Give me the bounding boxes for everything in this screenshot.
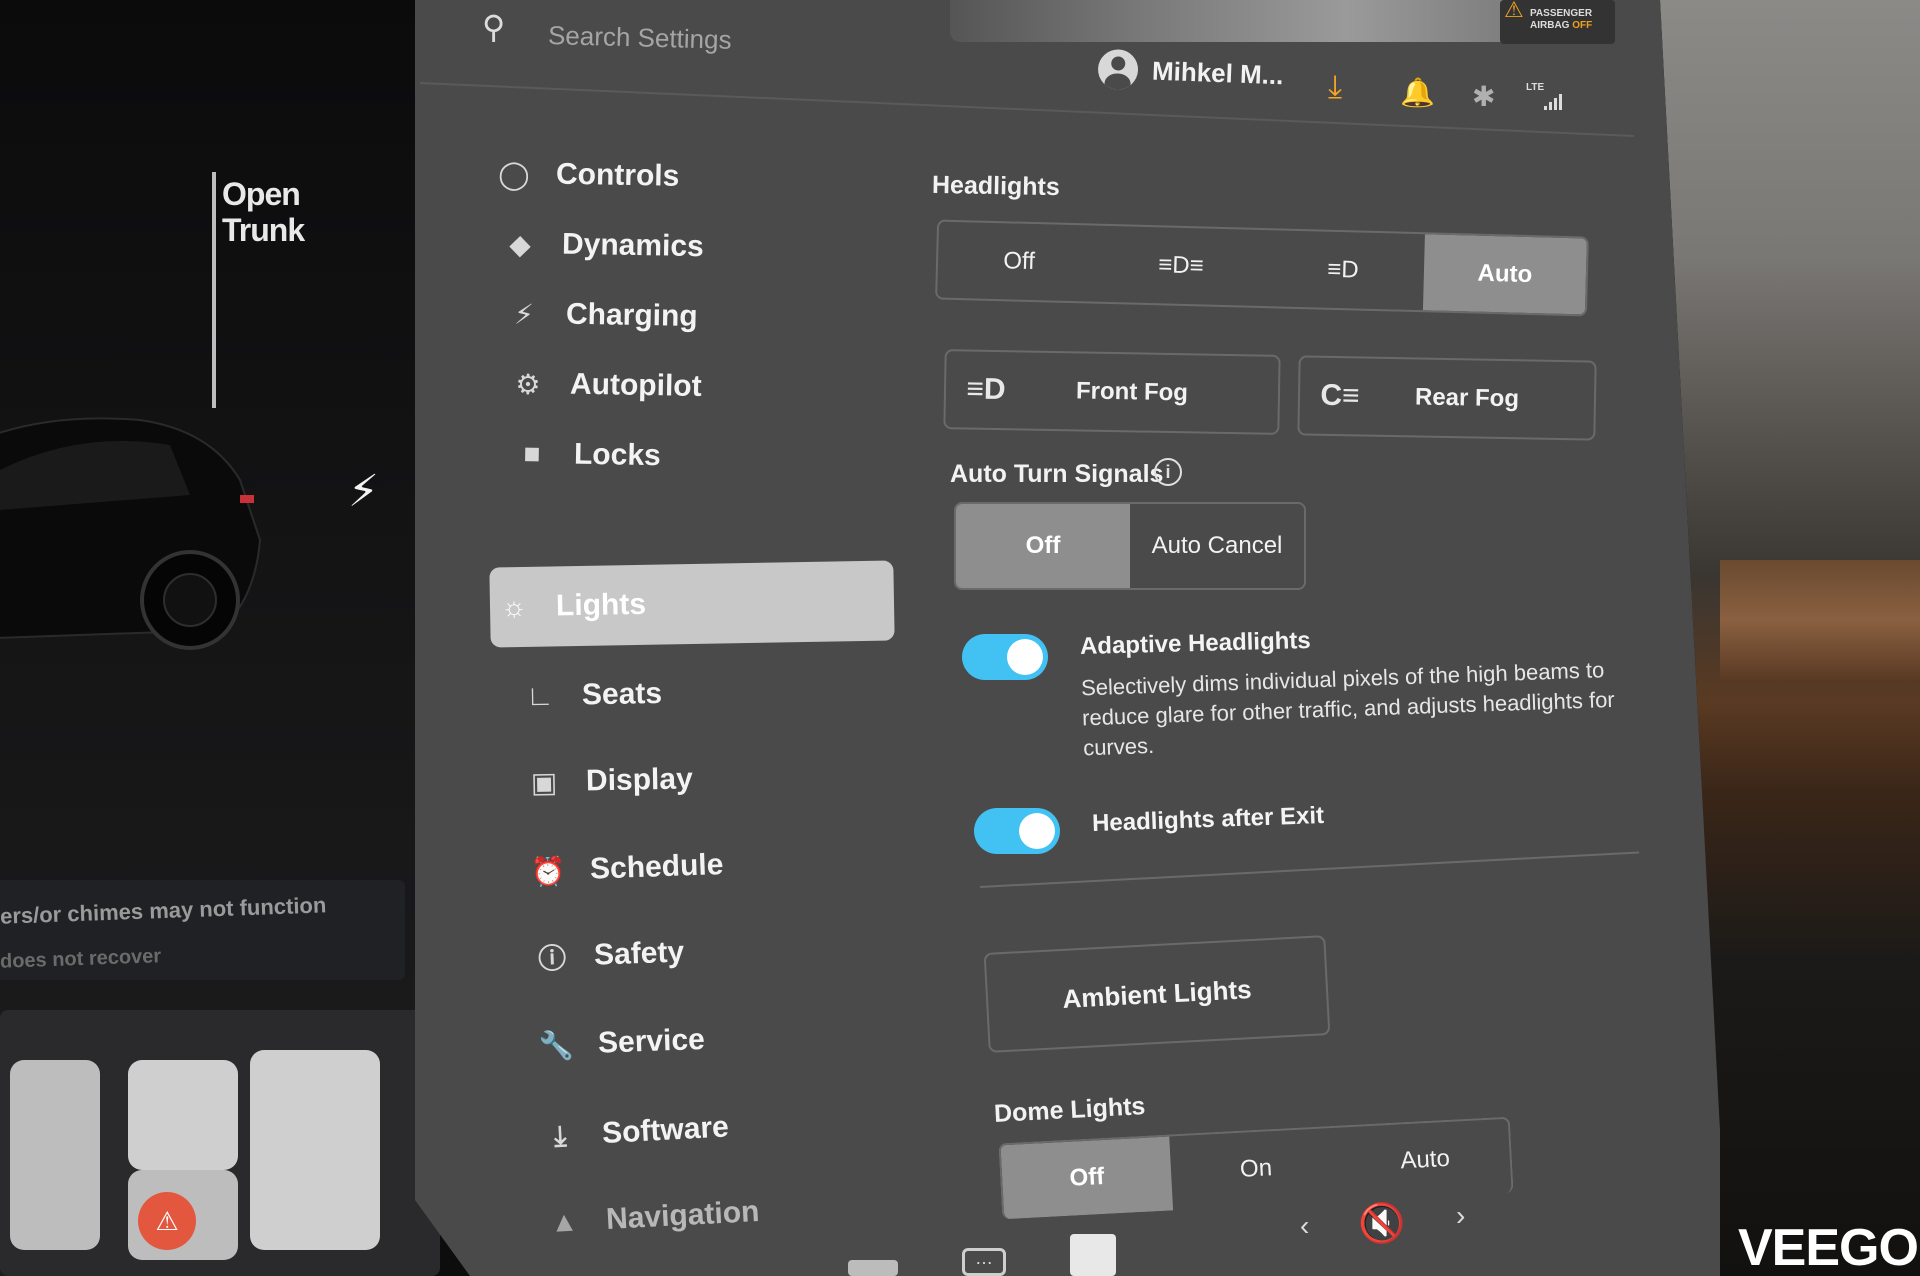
info-icon[interactable]: i	[1154, 458, 1182, 486]
sidebar-item-locks[interactable]: ■ Locks	[507, 421, 908, 494]
airbag-status: OFF	[1572, 20, 1593, 31]
search-icon[interactable]: ⚲	[482, 8, 505, 46]
airbag-label: PASSENGER	[1530, 8, 1593, 19]
profile-button[interactable]: Mihkel M...	[1097, 48, 1284, 95]
car-icon: ◆	[508, 228, 532, 260]
seat-occupancy-map	[0, 1010, 440, 1276]
seat-icon: ∟	[526, 679, 554, 712]
sidebar-item-schedule[interactable]: ⏰ Schedule	[523, 825, 925, 905]
steering-wheel-icon: ⚙	[515, 368, 541, 400]
alert-circle-icon: ⓘ	[537, 942, 567, 975]
adaptive-headlights-description: Selectively dims individual pixels of th…	[1080, 657, 1616, 761]
turn-signals-off-button[interactable]: Off	[956, 504, 1130, 588]
toggle-icon: ◯	[498, 158, 530, 190]
front-fog-button[interactable]: ≡D Front Fog	[943, 349, 1281, 435]
download-icon[interactable]: ⤓	[1328, 68, 1342, 106]
auto-turn-signals-label: Auto Turn Signals	[950, 460, 1164, 488]
sidebar-item-label: Lights	[555, 587, 647, 623]
dock-app-icon[interactable]	[848, 1260, 898, 1276]
sidebar-item-label: Schedule	[589, 848, 724, 886]
toggle-knob	[1007, 639, 1043, 675]
sidebar-item-label: Seats	[581, 676, 663, 712]
lock-icon: ■	[523, 437, 541, 470]
sidebar-item-label: Autopilot	[569, 367, 702, 403]
sidebar-item-charging[interactable]: ⚡ Charging	[499, 281, 900, 354]
car-image	[0, 417, 262, 650]
seat-icon	[250, 1050, 380, 1250]
bottom-dock: … ‹ 🔇 ›	[470, 1200, 1720, 1276]
volume-down-icon[interactable]: ‹	[1300, 1210, 1309, 1242]
sidebar-item-label: Controls	[555, 157, 680, 193]
headlights-after-exit-toggle[interactable]	[974, 808, 1060, 854]
car-visualization-panel: Open Trunk ⚡ ers/or chimes may not funct…	[0, 0, 440, 1276]
bluetooth-icon[interactable]: ✱	[1472, 80, 1495, 113]
watermark-logo: VEEGO	[1738, 1219, 1919, 1276]
headlights-auto-button[interactable]: Auto	[1422, 234, 1587, 315]
notes-app-icon[interactable]	[1070, 1234, 1116, 1276]
rear-fog-icon: C≡	[1320, 378, 1360, 413]
profile-name: Mihkel M...	[1151, 55, 1284, 90]
charge-port-bolt-icon[interactable]: ⚡	[348, 466, 379, 517]
ambient-lights-button[interactable]: Ambient Lights	[983, 935, 1331, 1053]
parking-lights-icon[interactable]: ≡D≡	[1099, 226, 1263, 306]
sidebar-item-safety[interactable]: ⓘ Safety	[527, 911, 929, 991]
sidebar-item-label: Charging	[565, 297, 698, 333]
volume-up-icon[interactable]: ›	[1456, 1200, 1465, 1232]
sidebar-item-label: Service	[597, 1022, 706, 1060]
sun-icon: ☼	[500, 590, 528, 623]
avatar	[1097, 48, 1139, 91]
sidebar-item-service[interactable]: 🔧 Service	[531, 999, 933, 1079]
trunk-indicator-line	[212, 172, 216, 408]
more-apps-icon[interactable]: …	[962, 1248, 1006, 1276]
adaptive-headlights-toggle[interactable]	[962, 634, 1048, 680]
wrench-icon: 🔧	[538, 1029, 575, 1062]
sidebar-item-lights[interactable]: ☼ Lights	[489, 560, 895, 648]
sidebar-item-seats[interactable]: ∟ Seats	[515, 657, 916, 730]
sidebar-item-label: Locks	[573, 437, 662, 473]
turn-signals-auto-cancel-button[interactable]: Auto Cancel	[1130, 504, 1304, 588]
headlights-segmented-control: Off ≡D≡ ≡D Auto	[935, 219, 1589, 317]
passenger-airbag-indicator: ⚠ PASSENGER AIRBAG OFF	[1500, 0, 1615, 44]
sidebar-item-autopilot[interactable]: ⚙ Autopilot	[503, 351, 904, 424]
auto-turn-signals-segmented-control: Off Auto Cancel	[954, 502, 1306, 590]
headlights-label: Headlights	[931, 170, 1061, 202]
headlights-off-button[interactable]: Off	[937, 222, 1101, 302]
rear-fog-label: Rear Fog	[1414, 383, 1520, 413]
sidebar-item-dynamics[interactable]: ◆ Dynamics	[495, 211, 896, 284]
airbag-label-2: AIRBAG	[1530, 20, 1570, 31]
bolt-icon: ⚡	[513, 298, 535, 330]
seat-icon	[10, 1060, 100, 1250]
bell-icon[interactable]: 🔔	[1400, 76, 1435, 109]
low-beam-icon[interactable]: ≡D	[1261, 230, 1425, 310]
alarm-clock-icon: ⏰	[530, 855, 567, 888]
background-wood-trim	[1720, 560, 1920, 680]
sidebar-item-display[interactable]: ▣ Display	[519, 743, 920, 816]
download-icon: ⤓	[553, 1119, 568, 1152]
airbag-warning-icon: ⚠	[1504, 0, 1524, 22]
seat-icon	[128, 1060, 238, 1170]
sidebar-item-controls[interactable]: ◯ Controls	[489, 141, 890, 214]
mute-icon[interactable]: 🔇	[1358, 1202, 1405, 1246]
open-trunk-button[interactable]: Open Trunk	[222, 176, 342, 248]
lte-label: LTE	[1526, 82, 1545, 93]
display-icon: ▣	[530, 766, 558, 798]
dome-lights-auto-button[interactable]: Auto	[1339, 1119, 1512, 1202]
sidebar-item-label: Software	[601, 1110, 730, 1150]
toggle-knob	[1019, 813, 1055, 849]
front-fog-label: Front Fog	[1075, 377, 1189, 407]
sidebar-item-label: Dynamics	[561, 227, 705, 264]
dome-lights-on-button[interactable]: On	[1170, 1128, 1343, 1211]
seatbelt-alert-icon: ⚠	[138, 1192, 196, 1250]
sidebar-item-label: Safety	[593, 935, 685, 972]
front-fog-icon: ≡D	[966, 372, 1006, 407]
sidebar-item-label: Display	[585, 762, 694, 798]
signal-strength-icon	[1544, 94, 1562, 110]
rear-fog-button[interactable]: C≡ Rear Fog	[1297, 355, 1597, 441]
